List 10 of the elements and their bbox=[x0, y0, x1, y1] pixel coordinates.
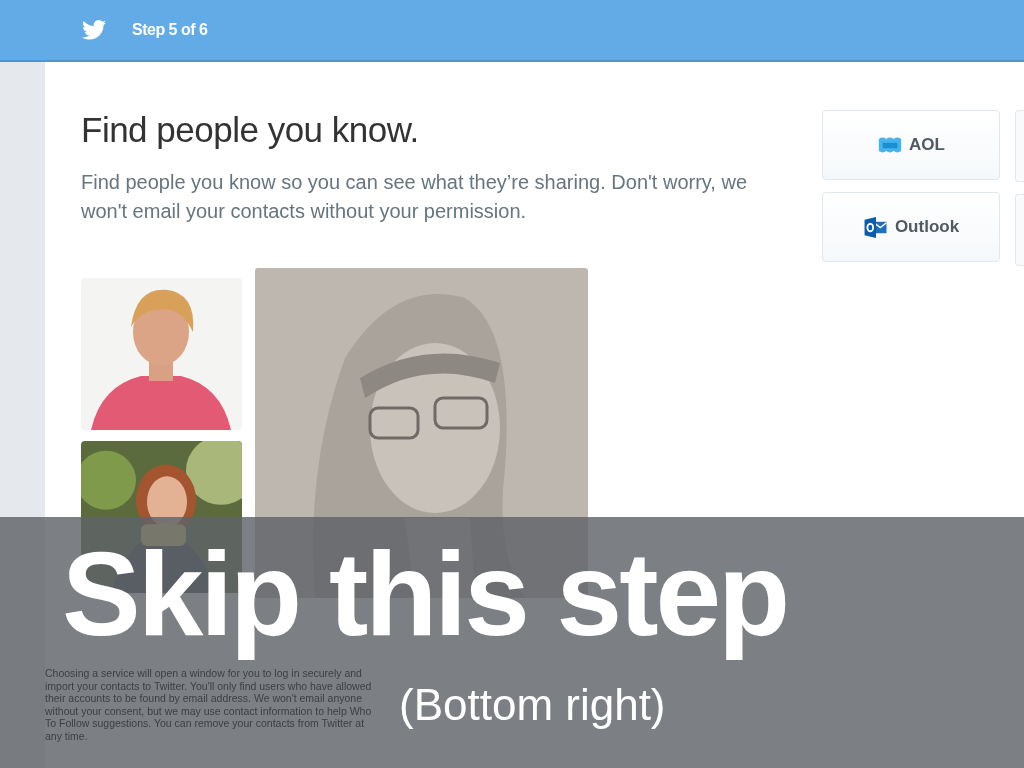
disclaimer-text: Choosing a service will open a window for you to log in securely and import your contacts to Twitter. You'll only find users who have allowed their accounts to be found by email address. We won't email anyone without your consent, but we may use contact information to help Who To Follow suggestions. You can remove your contacts from Twitter at any time. bbox=[45, 667, 373, 742]
envelope-icon bbox=[862, 216, 889, 238]
bird-icon bbox=[82, 20, 106, 40]
page-subtitle: Find people you know so you can see what they’re sharing. Don't worry, we won't email your contacts without your permission. bbox=[81, 170, 748, 224]
page-title: Find people you know. bbox=[81, 110, 420, 150]
step-counter: Step 5 of 6 bbox=[132, 21, 208, 39]
service-button[interactable]: Outlook bbox=[822, 192, 1000, 262]
slide-note: (Bottom right) bbox=[399, 679, 666, 731]
service-button[interactable]: AOL bbox=[822, 110, 1000, 180]
slide-headline: Skip this step bbox=[62, 529, 788, 659]
